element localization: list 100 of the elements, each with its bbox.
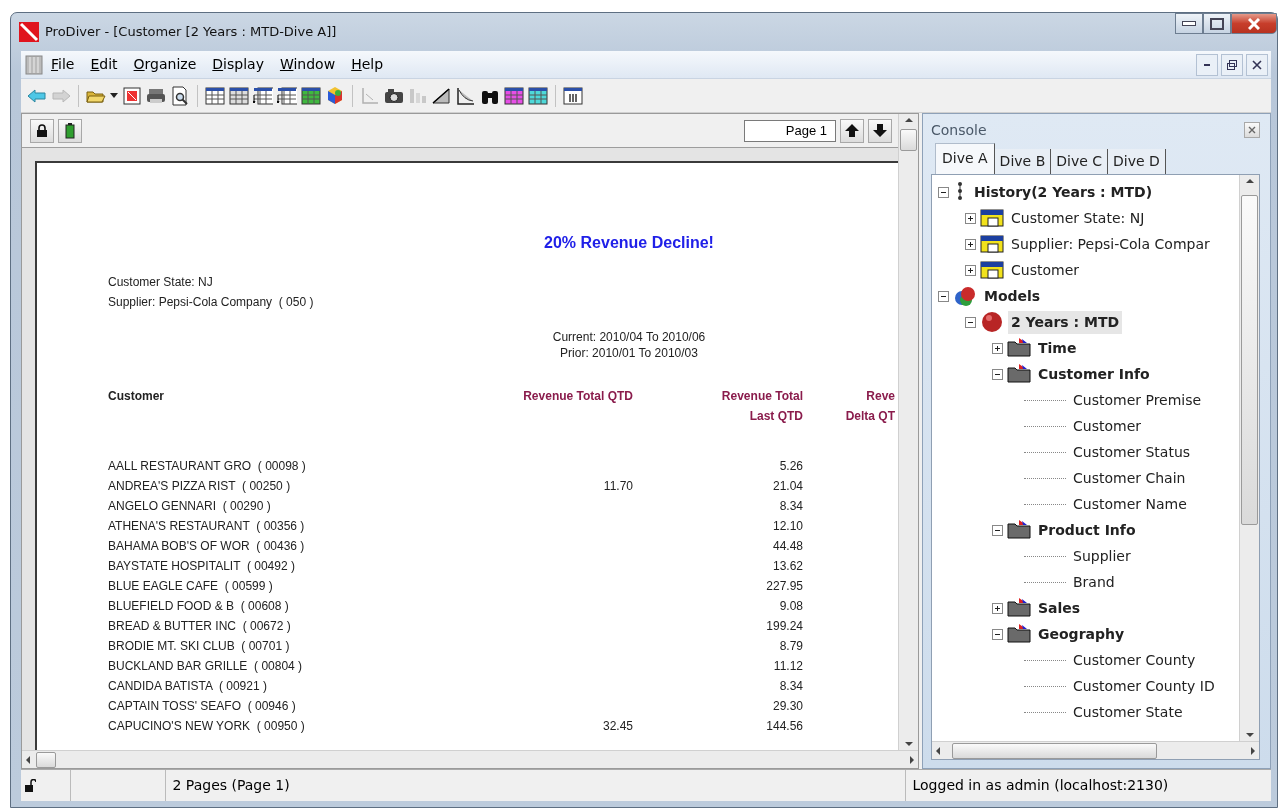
scroll-thumb[interactable] bbox=[900, 129, 917, 151]
tree-item[interactable]: 2 Years : MTD bbox=[1008, 310, 1123, 334]
customer-name: CAPTAIN TOSS' SEAFO ( 00946 ) bbox=[108, 699, 296, 713]
folder-icon bbox=[1007, 337, 1031, 359]
battery-button[interactable] bbox=[58, 118, 82, 143]
tree-item[interactable]: Brand bbox=[1070, 570, 1118, 594]
minimize-icon bbox=[1182, 21, 1196, 26]
customer-name: BLUE EAGLE CAFE ( 00599 ) bbox=[108, 579, 273, 593]
period-text: Current: 2010/04 To 2010/06 bbox=[552, 330, 706, 344]
tree-item[interactable]: Customer Name bbox=[1070, 492, 1190, 516]
scroll-left-arrow-icon[interactable] bbox=[26, 755, 30, 764]
menu-item[interactable]: Organize bbox=[125, 52, 205, 77]
tree-item[interactable]: Customer Chain bbox=[1070, 466, 1189, 490]
customer-name: AALL RESTAURANT GRO ( 00098 ) bbox=[108, 459, 306, 473]
tree-item[interactable]: Customer County ID bbox=[1070, 674, 1218, 698]
insert-column-icon bbox=[277, 85, 297, 106]
scroll-thumb[interactable] bbox=[1241, 195, 1258, 525]
unlocked-icon bbox=[24, 778, 37, 793]
expand-toggle[interactable] bbox=[965, 238, 976, 250]
caret-icon bbox=[110, 93, 118, 98]
tree-item[interactable]: Models bbox=[981, 284, 1044, 308]
filter-text: Customer State: NJ bbox=[108, 274, 214, 291]
tree-item[interactable]: Product Info bbox=[1035, 518, 1139, 542]
tree-item[interactable]: Customer bbox=[1070, 414, 1144, 438]
tree-item[interactable]: Customer State bbox=[1070, 700, 1186, 724]
customer-name: ANGELO GENNARI ( 00290 ) bbox=[108, 499, 271, 513]
vertical-scrollbar[interactable] bbox=[898, 114, 918, 750]
scroll-down-arrow-icon[interactable] bbox=[1245, 733, 1254, 737]
menu-item[interactable]: Window bbox=[271, 52, 344, 77]
close-button[interactable] bbox=[1231, 13, 1277, 34]
column-header: Revenue Total Last QTD bbox=[720, 388, 803, 425]
tab[interactable]: Dive D bbox=[1108, 149, 1166, 174]
scroll-left-arrow-icon[interactable] bbox=[936, 746, 940, 755]
scroll-right-arrow-icon[interactable] bbox=[1251, 746, 1255, 755]
menu-item[interactable]: Display bbox=[204, 52, 272, 77]
filter-text: Supplier: Pepsi-Cola Company ( 050 ) bbox=[108, 294, 315, 311]
revenue-value: 8.79 bbox=[779, 639, 803, 653]
close-button[interactable] bbox=[1244, 122, 1260, 138]
table-icon bbox=[980, 207, 1004, 229]
tree-item[interactable]: Customer Status bbox=[1070, 440, 1194, 464]
tree-item[interactable]: Geography bbox=[1035, 622, 1128, 646]
scroll-thumb[interactable] bbox=[952, 742, 1157, 759]
scroll-up-arrow-icon[interactable] bbox=[904, 118, 913, 122]
expand-toggle[interactable] bbox=[938, 186, 949, 198]
restore-button[interactable] bbox=[1220, 53, 1243, 76]
tree-item[interactable]: Customer State: NJ bbox=[1008, 206, 1148, 230]
tree-item[interactable]: Supplier bbox=[1070, 544, 1134, 568]
revenue-value: 11.70 bbox=[603, 479, 633, 493]
tree-item[interactable]: History(2 Years : MTD) bbox=[971, 180, 1156, 204]
period-text: Prior: 2010/01 To 2010/03 bbox=[560, 346, 698, 360]
expand-toggle[interactable] bbox=[938, 290, 949, 302]
expand-toggle[interactable] bbox=[992, 602, 1003, 614]
menu-item[interactable]: Edit bbox=[82, 52, 126, 77]
revenue-value: 144.56 bbox=[766, 719, 803, 733]
page-up-button[interactable] bbox=[840, 118, 864, 143]
line-chart-icon bbox=[456, 85, 476, 106]
expand-toggle[interactable] bbox=[992, 342, 1003, 354]
menu-item[interactable]: File bbox=[43, 52, 83, 77]
tab[interactable]: Dive A bbox=[935, 143, 995, 174]
table-icon bbox=[980, 259, 1004, 281]
page-down-arrow-icon bbox=[872, 122, 888, 139]
revenue-value: 9.08 bbox=[779, 599, 803, 613]
tree-item[interactable]: Customer County bbox=[1070, 648, 1199, 672]
caret-button[interactable] bbox=[108, 91, 120, 100]
tree-item[interactable]: Customer Premise bbox=[1070, 388, 1205, 412]
page-down-button[interactable] bbox=[868, 118, 892, 143]
minimize-button[interactable] bbox=[1175, 13, 1203, 34]
tab[interactable]: Dive C bbox=[1051, 149, 1109, 174]
tree-item[interactable]: Supplier: Pepsi-Cola Compar bbox=[1008, 232, 1213, 256]
scroll-right-arrow-icon[interactable] bbox=[910, 755, 914, 764]
horizontal-scrollbar[interactable] bbox=[22, 750, 918, 768]
customer-name: BAYSTATE HOSPITALIT ( 00492 ) bbox=[108, 559, 295, 573]
expand-toggle[interactable] bbox=[965, 264, 976, 276]
horizontal-scrollbar[interactable] bbox=[932, 741, 1259, 759]
app-logo-icon bbox=[19, 22, 39, 42]
maximize-button[interactable] bbox=[1203, 13, 1231, 34]
page-field[interactable]: Page 1 bbox=[744, 119, 836, 142]
tree-item[interactable]: Customer Info bbox=[1035, 362, 1153, 386]
close-button[interactable] bbox=[1245, 53, 1268, 76]
expand-toggle[interactable] bbox=[965, 316, 976, 328]
scroll-down-arrow-icon[interactable] bbox=[904, 742, 913, 746]
minimize-icon bbox=[1203, 63, 1210, 66]
tree-item[interactable]: Customer bbox=[1008, 258, 1082, 282]
close-icon bbox=[1248, 126, 1256, 134]
expand-toggle[interactable] bbox=[992, 368, 1003, 380]
close-icon bbox=[1248, 17, 1260, 30]
minimize-button[interactable] bbox=[1195, 53, 1218, 76]
lock-button[interactable] bbox=[30, 118, 54, 143]
tree-item[interactable]: Sales bbox=[1035, 596, 1084, 620]
revenue-value: 5.26 bbox=[779, 459, 803, 473]
scroll-thumb[interactable] bbox=[36, 751, 56, 768]
tab[interactable]: Dive B bbox=[994, 149, 1052, 174]
vertical-scrollbar[interactable] bbox=[1239, 175, 1259, 741]
expand-toggle[interactable] bbox=[992, 628, 1003, 640]
expand-toggle[interactable] bbox=[965, 212, 976, 224]
menu-item[interactable]: Help bbox=[343, 52, 392, 77]
expand-toggle[interactable] bbox=[992, 524, 1003, 536]
tree-item[interactable]: Time bbox=[1035, 336, 1080, 360]
restore-icon bbox=[1226, 59, 1237, 70]
scroll-up-arrow-icon[interactable] bbox=[1245, 179, 1254, 183]
